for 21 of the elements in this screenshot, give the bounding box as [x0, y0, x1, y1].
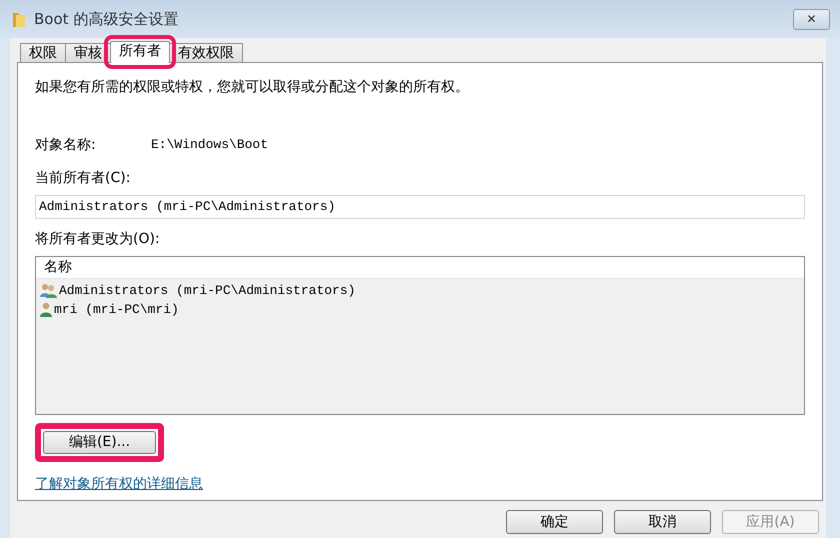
object-name-value: E:\Windows\Boot [151, 136, 268, 154]
current-owner-field[interactable]: Administrators (mri-PC\Administrators) [35, 195, 805, 219]
user-icon [40, 302, 52, 317]
folder-icon [12, 10, 26, 28]
window-title: Boot 的高级安全设置 [34, 8, 178, 30]
close-button[interactable]: ✕ [793, 8, 830, 30]
edit-button[interactable]: 编辑(E)... [43, 431, 156, 454]
change-owner-label: 将所有者更改为(O): [35, 230, 161, 249]
cancel-button[interactable]: 取消 [614, 510, 711, 534]
description-text: 如果您有所需的权限或特权，您就可以取得或分配这个对象的所有权。 [35, 78, 470, 97]
column-header[interactable]: 名称 [36, 257, 804, 279]
user-group-icon [40, 283, 57, 298]
object-name-label: 对象名称: [35, 136, 97, 155]
ok-button[interactable]: 确定 [506, 510, 603, 534]
tab[interactable]: 权限 [20, 43, 66, 62]
owner-list-item[interactable]: mri (mri-PC\mri) [54, 300, 179, 319]
current-owner-label: 当前所有者(C): [35, 169, 132, 188]
ownership-info-link[interactable]: 了解对象所有权的详细信息 [35, 476, 203, 492]
tab[interactable]: 有效权限 [169, 43, 243, 62]
owner-list-item[interactable]: Administrators (mri-PC\Administrators) [59, 281, 356, 300]
tab[interactable]: 审核 [65, 43, 111, 62]
